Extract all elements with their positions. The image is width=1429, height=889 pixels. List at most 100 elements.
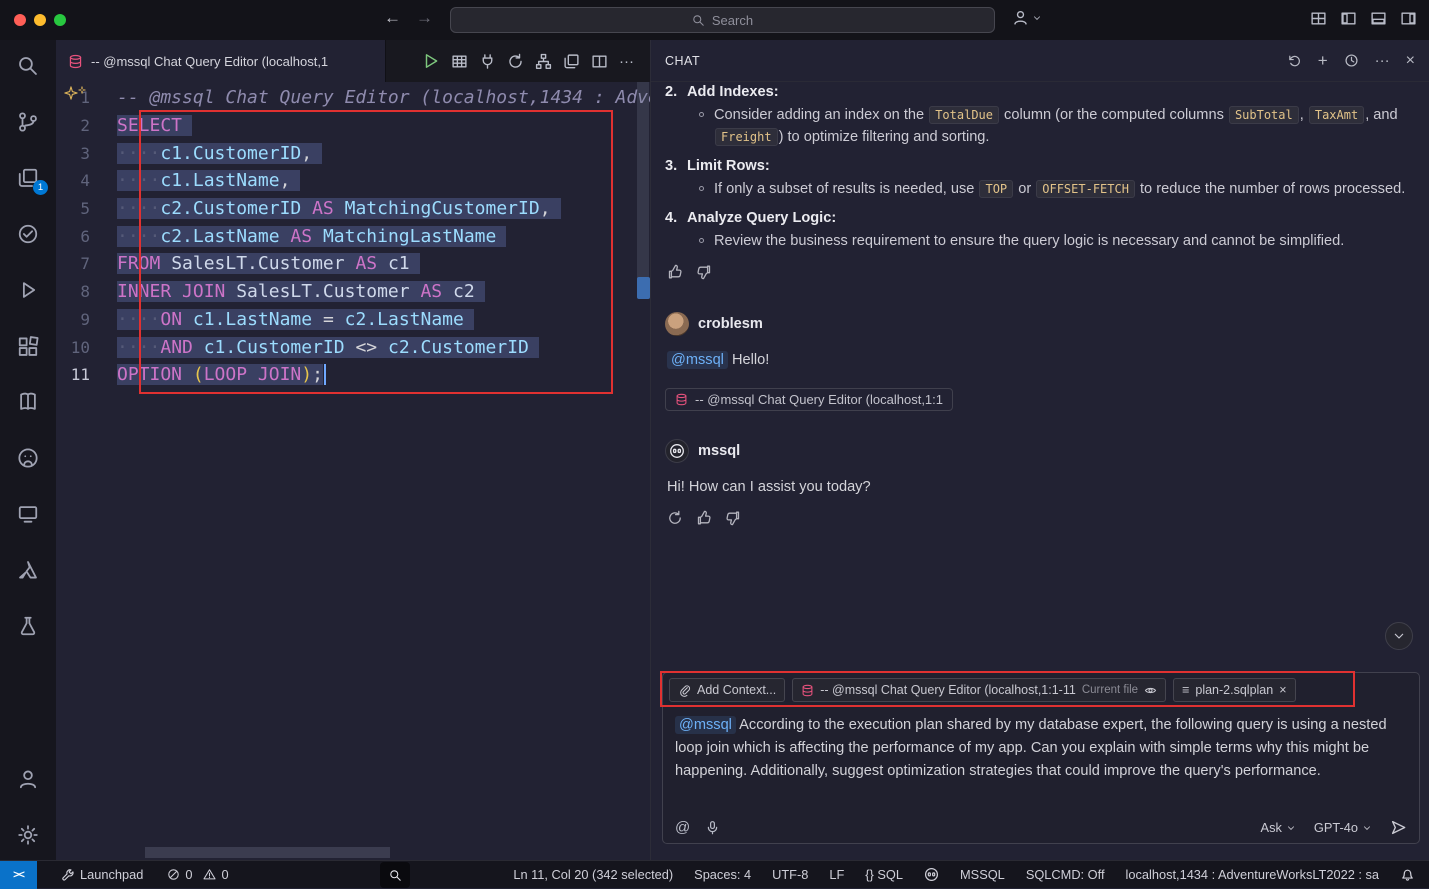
back-arrow-icon[interactable]: ← (384, 8, 401, 28)
problems-item[interactable]: 0 0 (167, 867, 228, 882)
command-center-search[interactable]: Search (450, 7, 995, 33)
language-item[interactable]: {} SQL (865, 867, 903, 882)
refresh-connection-icon[interactable] (507, 53, 524, 70)
line-number: 6 (56, 227, 117, 246)
references-icon[interactable]: 1 (15, 166, 41, 190)
toggle-panel-icon[interactable] (1370, 10, 1387, 27)
results-grid-icon[interactable] (451, 53, 468, 70)
code-line[interactable]: 3····c1.CustomerID, (56, 139, 650, 167)
error-count: 0 (185, 867, 192, 882)
thumbs-up-icon[interactable] (696, 510, 712, 526)
thumbs-down-icon[interactable] (696, 264, 712, 280)
code-editor[interactable]: 1-- @mssql Chat Query Editor (localhost,… (56, 82, 650, 860)
search-activity-icon[interactable] (15, 54, 41, 78)
run-debug-icon[interactable] (15, 278, 41, 302)
code-line[interactable]: 11OPTION (LOOP JOIN); (56, 361, 650, 389)
accounts-icon[interactable] (15, 767, 41, 791)
code-line[interactable]: 4····c1.LastName, (56, 167, 650, 195)
add-context-button[interactable]: Add Context... (669, 678, 785, 702)
run-query-button[interactable] (422, 52, 440, 70)
plan-file-chip[interactable]: ≡ plan-2.sqlplan × (1173, 678, 1295, 702)
eol-item[interactable]: LF (829, 867, 844, 882)
mssql-item[interactable]: MSSQL (960, 867, 1005, 882)
tab-mssql-chat-query-editor[interactable]: -- @mssql Chat Query Editor (localhost,1 (56, 40, 386, 82)
eye-icon[interactable] (1144, 684, 1157, 697)
editor-horizontal-scrollbar[interactable] (145, 847, 390, 858)
account-icon (1012, 9, 1029, 26)
send-button[interactable] (1390, 819, 1407, 836)
code-line[interactable]: 6····c2.LastName AS MatchingLastName (56, 222, 650, 250)
copilot-status-icon[interactable] (924, 867, 939, 882)
chevron-down-icon (1032, 13, 1042, 23)
github-icon[interactable] (15, 446, 41, 470)
schema-icon[interactable] (535, 53, 552, 70)
code-line[interactable]: 10····AND c1.CustomerID <> c2.CustomerID (56, 333, 650, 361)
remove-chip-icon[interactable]: × (1279, 683, 1286, 697)
history-icon[interactable] (1344, 53, 1359, 68)
new-chat-icon[interactable]: + (1318, 54, 1328, 68)
code-line[interactable]: 7FROM SalesLT.Customer AS c1 (56, 250, 650, 278)
sqlcmd-item[interactable]: SQLCMD: Off (1026, 867, 1105, 882)
designer-icon[interactable] (563, 53, 580, 70)
assistant-message: mssql Hi! How can I assist you today? (665, 439, 1415, 526)
chat-input-text[interactable]: @mssql According to the execution plan s… (663, 707, 1419, 783)
settings-gear-icon[interactable] (15, 823, 41, 847)
current-file-chip[interactable]: -- @mssql Chat Query Editor (localhost,1… (792, 678, 1166, 702)
model-selector[interactable]: GPT-4o (1314, 820, 1372, 835)
editor-vertical-scrollbar[interactable] (637, 82, 649, 287)
customize-layout-icon[interactable] (1310, 10, 1327, 27)
mode-label: Ask (1261, 820, 1282, 835)
minimize-window-button[interactable] (34, 14, 46, 26)
attached-file-chip[interactable]: -- @mssql Chat Query Editor (localhost,1… (665, 388, 953, 411)
code-line[interactable]: 9····ON c1.LastName = c2.LastName (56, 306, 650, 334)
mode-selector[interactable]: Ask (1261, 820, 1296, 835)
mention-icon[interactable]: @ (675, 819, 690, 836)
undo-icon[interactable] (1287, 53, 1302, 68)
account-menu[interactable] (1012, 9, 1042, 26)
maximize-window-button[interactable] (54, 14, 66, 26)
testing-icon[interactable] (15, 222, 41, 246)
chat-input-container[interactable]: Add Context... -- @mssql Chat Query Edit… (662, 672, 1420, 844)
close-panel-icon[interactable]: × (1406, 52, 1415, 70)
line-number: 4 (56, 171, 117, 190)
more-actions-icon[interactable]: ··· (619, 53, 634, 70)
split-editor-icon[interactable] (591, 53, 608, 70)
extensions-icon[interactable] (15, 334, 41, 358)
chevron-down-icon (1286, 823, 1296, 833)
copilot-sparkle-icon[interactable] (64, 86, 86, 105)
code-line[interactable]: 8INNER JOIN SalesLT.Customer AS c2 (56, 278, 650, 306)
encoding-item[interactable]: UTF-8 (772, 867, 808, 882)
code-line[interactable]: 2SELECT (56, 112, 650, 140)
azure-icon[interactable] (15, 558, 41, 582)
forward-arrow-icon[interactable]: → (416, 8, 433, 28)
source-control-icon[interactable] (15, 110, 41, 134)
toggle-sidebar-icon[interactable] (1340, 10, 1357, 27)
launchpad-label: Launchpad (80, 867, 143, 882)
plan-file-label: plan-2.sqlplan (1195, 683, 1273, 697)
code-line[interactable]: 5····c2.CustomerID AS MatchingCustomerID… (56, 195, 650, 223)
toggle-secondary-sidebar-icon[interactable] (1400, 10, 1417, 27)
scroll-to-bottom-button[interactable] (1385, 622, 1413, 650)
cursor-position-item[interactable]: Ln 11, Col 20 (342 selected) (513, 867, 673, 882)
remote-explorer-icon[interactable] (15, 502, 41, 526)
close-window-button[interactable] (14, 14, 26, 26)
thumbs-down-icon[interactable] (725, 510, 741, 526)
code-line[interactable]: 1-- @mssql Chat Query Editor (localhost,… (56, 84, 650, 112)
thumbs-up-icon[interactable] (667, 264, 683, 280)
more-options-icon[interactable]: ··· (1375, 52, 1390, 69)
chevron-down-icon (1392, 629, 1406, 643)
mssql-extension-icon[interactable] (15, 614, 41, 638)
docs-icon[interactable] (15, 390, 41, 414)
mic-icon[interactable] (705, 820, 720, 835)
launchpad-item[interactable]: Launchpad (61, 867, 143, 882)
remote-indicator[interactable]: >< (0, 861, 37, 889)
chevron-down-icon (1362, 823, 1372, 833)
connection-item[interactable]: localhost,1434 : AdventureWorksLT2022 : … (1126, 867, 1379, 882)
chat-messages: 2.Add Indexes:Consider adding an index o… (651, 82, 1429, 672)
connect-icon[interactable] (479, 53, 496, 70)
notifications-bell-icon[interactable] (1400, 867, 1415, 882)
indentation-item[interactable]: Spaces: 4 (694, 867, 751, 882)
search-placeholder: Search (712, 13, 753, 28)
regenerate-icon[interactable] (667, 510, 683, 526)
chat-panel-header: CHAT + ··· × (651, 40, 1429, 82)
